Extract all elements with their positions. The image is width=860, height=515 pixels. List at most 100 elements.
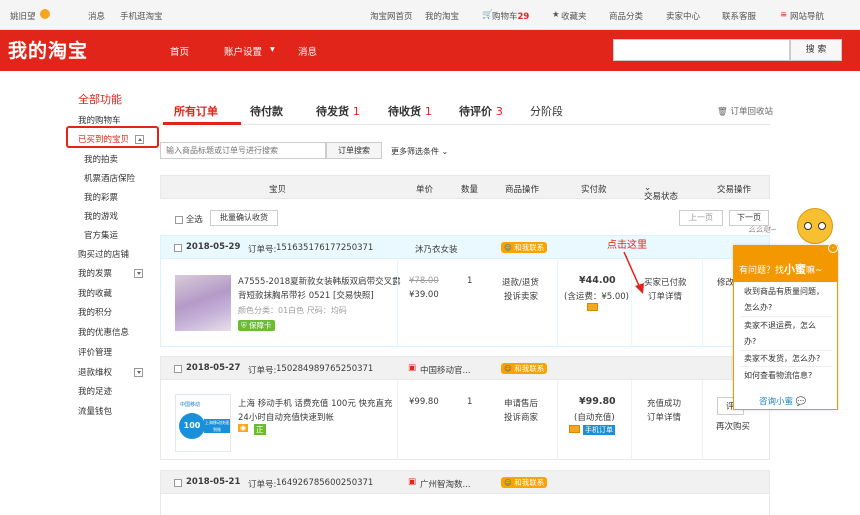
contact-seller-button[interactable]: 和我联系	[501, 477, 548, 488]
category-link[interactable]: 商品分类	[609, 10, 643, 22]
shop-name[interactable]: 沐乃衣女装	[415, 243, 458, 255]
cart-count: 29	[517, 12, 530, 22]
tab-pending-payment[interactable]: 待付款	[250, 103, 283, 119]
sidebar-item-cart[interactable]: 我的购物车	[78, 114, 121, 126]
search-button[interactable]: 搜 索	[790, 39, 842, 61]
sidebar-item-refunds[interactable]: 退款维权	[78, 366, 144, 378]
recycle-bin-link[interactable]: 🗑 订单回收站	[717, 105, 773, 117]
shop-icon: ▣	[408, 477, 417, 487]
product-title[interactable]: A7555-2018夏新款女装韩版双肩带交叉露	[238, 275, 401, 287]
order-checkbox[interactable]	[174, 478, 182, 488]
mobile-taobao-link[interactable]: 手机逛淘宝	[120, 10, 163, 22]
sidebar-item-footprint[interactable]: 我的足迹	[78, 385, 112, 397]
sidebar-item-points[interactable]: 我的积分	[78, 306, 112, 318]
minimize-icon[interactable]: -	[828, 243, 838, 253]
order-number: 151635176177250371	[276, 243, 374, 253]
prev-page-button[interactable]: 上一页	[679, 210, 723, 226]
search-input[interactable]	[613, 39, 790, 61]
order-body: A7555-2018夏新款女装韩版双肩带交叉露 背短款抹胸吊带衫 0521 [交…	[160, 259, 770, 347]
tab-count: 3	[495, 105, 503, 118]
refund-link[interactable]: 退款/退货	[502, 276, 539, 288]
product-title-line2[interactable]: 背短款抹胸吊带衫 0521 [交易快照]	[238, 289, 374, 301]
expand-icon[interactable]	[134, 269, 144, 278]
tab-pending-review[interactable]: 待评价 3	[459, 103, 503, 119]
order-checkbox[interactable]	[174, 364, 182, 374]
sidebar-item-lottery[interactable]: 我的彩票	[84, 191, 118, 203]
order-date: 2018-05-27	[186, 363, 241, 373]
product-thumbnail[interactable]	[175, 275, 231, 331]
product-title[interactable]: 上海 移动手机 话费充值 100元 快充直充	[238, 397, 393, 409]
shop-name[interactable]: 中国移动官...	[420, 364, 471, 376]
faq-logistics[interactable]: 如何查看物流信息?	[744, 370, 812, 381]
nav-messages[interactable]: 消息	[298, 44, 317, 58]
main-header: 我的淘宝 首页 账户设置 ▾ 消息 搜 索	[0, 30, 860, 71]
product-thumbnail[interactable]: 中国移动 100 上海移动快速到账	[175, 394, 231, 452]
more-filters-link[interactable]: 更多筛选条件 ⌄	[391, 146, 448, 157]
order-checkbox[interactable]	[174, 243, 182, 253]
divider	[740, 350, 832, 351]
select-all-checkbox[interactable]	[175, 215, 183, 224]
guarantee-card-badge: ⛨ 保障卡	[238, 320, 275, 331]
faq-quality-cont[interactable]: 怎么办?	[744, 302, 772, 313]
modify-link[interactable]: 修改	[717, 276, 734, 288]
site-nav-link[interactable]: 网站导航	[790, 10, 824, 22]
sidebar-item-coupons[interactable]: 我的优惠信息	[78, 326, 129, 338]
sidebar-item-travel[interactable]: 机票酒店保险	[84, 172, 135, 184]
taobao-home-link[interactable]: 淘宝网首页	[370, 10, 413, 22]
shop-name[interactable]: 广州智淘数...	[420, 478, 471, 490]
order-search-button[interactable]: 订单搜索	[326, 142, 382, 159]
faq-freight-cont[interactable]: 办?	[744, 336, 756, 347]
bulk-confirm-button[interactable]: 批量确认收货	[210, 210, 278, 226]
seller-center-link[interactable]: 卖家中心	[666, 10, 700, 22]
divider	[397, 380, 398, 460]
messages-link[interactable]: 消息	[88, 10, 105, 22]
tab-all-orders[interactable]: 所有订单	[174, 103, 218, 119]
order-details-link[interactable]: 订单详情	[647, 411, 681, 423]
consult-assistant-link[interactable]: 咨询小蜜 💬	[759, 395, 806, 407]
sidebar-item-shops[interactable]: 购买过的店铺	[78, 248, 129, 260]
contact-seller-button[interactable]: 和我联系	[501, 363, 548, 374]
nav-home[interactable]: 首页	[170, 44, 189, 58]
sidebar-item-games[interactable]: 我的游戏	[84, 210, 118, 222]
order-number: 150284989765250371	[276, 364, 374, 374]
collapse-icon[interactable]	[135, 135, 145, 144]
tab-pending-shipment[interactable]: 待发货 1	[316, 103, 360, 119]
cart-link[interactable]: 购物车29	[492, 10, 529, 22]
sidebar-item-favorites[interactable]: 我的收藏	[78, 287, 112, 299]
my-taobao-link[interactable]: 我的淘宝	[425, 10, 459, 22]
complain-link[interactable]: 投诉商家	[504, 411, 538, 423]
sidebar-item-purchased[interactable]: 已买到的宝贝	[78, 133, 145, 145]
favorites-link[interactable]: 收藏夹	[561, 10, 587, 22]
assistant-header-tail: 嘛~	[806, 266, 823, 276]
product-title-line2[interactable]: 24小时自动充值快速到帐	[238, 411, 334, 423]
tab-phased[interactable]: 分阶段	[530, 103, 563, 119]
tab-pending-receipt[interactable]: 待收货 1	[388, 103, 432, 119]
customer-service-link[interactable]: 联系客服	[722, 10, 756, 22]
bee-mascot-icon[interactable]	[797, 208, 833, 244]
divider	[740, 366, 832, 367]
sidebar-item-data-wallet[interactable]: 流量钱包	[78, 405, 112, 417]
faq-not-shipped[interactable]: 卖家不发货，怎么办?	[744, 353, 820, 364]
nav-account-settings[interactable]: 账户设置	[224, 44, 262, 58]
sidebar-item-auction[interactable]: 我的拍卖	[84, 153, 118, 165]
faq-quality[interactable]: 收到商品有质量问题，	[744, 286, 824, 297]
faq-freight[interactable]: 卖家不退运费，怎么	[744, 320, 816, 331]
tab-count: 1	[424, 105, 432, 118]
sidebar-item-invoice[interactable]: 我的发票	[78, 267, 144, 279]
sidebar-item-reviews[interactable]: 评价管理	[78, 346, 112, 358]
select-all[interactable]: 全选	[175, 213, 203, 225]
username-link[interactable]: 姚旧望	[10, 10, 36, 22]
tab-label: 待付款	[250, 105, 283, 118]
shield-icon: ⛨	[241, 321, 247, 330]
contact-label: 和我联系	[501, 477, 548, 488]
order-details-link[interactable]: 订单详情	[648, 290, 682, 302]
sidebar-item-shipping[interactable]: 官方集运	[84, 229, 118, 241]
buy-again-link[interactable]: 再次购买	[716, 420, 750, 432]
complain-link[interactable]: 投诉卖家	[504, 290, 538, 302]
consult-assistant-label: 咨询小蜜	[759, 397, 794, 407]
contact-seller-button[interactable]: 和我联系	[501, 242, 548, 253]
after-sales-link[interactable]: 申请售后	[504, 397, 538, 409]
expand-icon[interactable]	[134, 368, 144, 377]
order-search-input[interactable]	[160, 142, 326, 159]
my-taobao-logo[interactable]: 我的淘宝	[8, 36, 88, 63]
